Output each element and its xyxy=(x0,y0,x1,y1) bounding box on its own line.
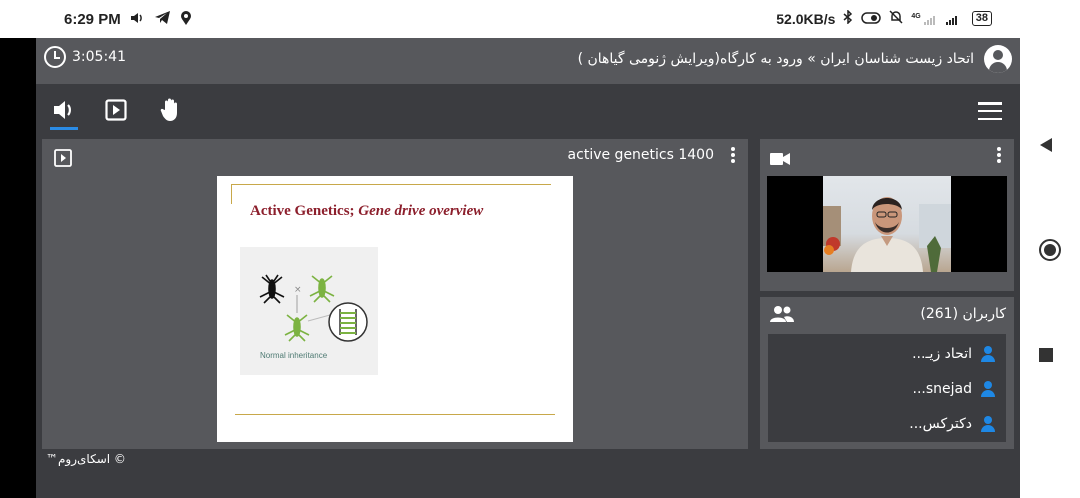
inheritance-figure: × Normal inheritance xyxy=(240,247,378,375)
dot xyxy=(997,159,1001,163)
room-title: اتحاد زیست شناسان ایران » ورود به کارگاه… xyxy=(577,51,974,67)
signal-icon: 4G xyxy=(911,13,963,25)
green-mosquito-icon xyxy=(309,275,335,303)
users-title: کاربران (261) xyxy=(920,306,1006,322)
mosquito-diagram: × xyxy=(259,274,368,342)
speaker-figure xyxy=(823,197,951,272)
menu-line xyxy=(978,117,1002,120)
slide-heading-regular: Active Genetics; xyxy=(250,203,359,219)
person-icon xyxy=(980,416,996,432)
bluetooth-icon xyxy=(843,9,853,27)
green-mosquito-icon xyxy=(284,314,310,342)
menu-line xyxy=(978,102,1002,105)
network-speed: 52.0KB/s xyxy=(776,10,836,27)
status-time: 6:29 PM xyxy=(64,11,121,28)
play-box-icon xyxy=(54,149,72,171)
presentation-more-button[interactable] xyxy=(731,147,735,163)
cross-symbol: × xyxy=(294,285,302,295)
slide: Active Genetics; Gene drive overview × N… xyxy=(217,176,573,442)
slide-heading: Active Genetics; Gene drive overview xyxy=(250,203,483,220)
network-type: 4G xyxy=(911,12,921,20)
telegram-icon xyxy=(154,11,170,28)
navigation-bar xyxy=(1020,0,1080,498)
slide-heading-italic: Gene drive overview xyxy=(358,203,484,219)
location-icon xyxy=(180,10,192,29)
video-camera-icon xyxy=(770,151,790,170)
toolbar xyxy=(36,84,1020,138)
status-bar: 6:29 PM 52.0KB/s 4G 38 xyxy=(0,0,1020,38)
slide-bottom-rule xyxy=(235,414,555,415)
speaker-icon xyxy=(54,101,71,119)
group-icon xyxy=(770,306,794,326)
user-name: دکترکس... xyxy=(909,416,972,432)
list-item[interactable]: snejad... xyxy=(913,381,997,397)
raise-hand-button[interactable] xyxy=(156,96,186,124)
dna-circle-icon xyxy=(328,302,368,342)
copyright-footer: © اسکای‌روم™ xyxy=(46,452,126,466)
person-icon xyxy=(980,381,996,397)
users-panel: کاربران (261) اتحاد زیـ... snejad... دکت… xyxy=(760,297,1014,449)
hand-icon xyxy=(160,98,177,121)
timer-value: 3:05:41 xyxy=(72,49,126,65)
battery-icon: 38 xyxy=(971,11,992,26)
video-stream xyxy=(767,176,1007,272)
audio-button[interactable] xyxy=(50,96,80,130)
user-list: اتحاد زیـ... snejad... دکترکس... xyxy=(768,334,1006,442)
list-item[interactable]: اتحاد زیـ... xyxy=(912,346,996,362)
person-icon xyxy=(980,346,996,362)
recents-button[interactable] xyxy=(1038,344,1054,368)
video-more-button[interactable] xyxy=(997,147,1001,163)
presentation-button[interactable] xyxy=(101,96,131,124)
video-panel xyxy=(760,139,1014,291)
mute-bell-icon xyxy=(889,10,903,27)
back-button[interactable] xyxy=(1038,134,1054,158)
title-bar: 3:05:41 اتحاد زیست شناسان ایران » ورود ب… xyxy=(36,38,1020,84)
toggle-icon xyxy=(861,11,882,27)
hamburger-menu-button[interactable] xyxy=(978,102,1002,120)
user-name: اتحاد زیـ... xyxy=(912,346,972,362)
presentation-panel: active genetics 1400 Active Genetics; Ge… xyxy=(42,139,748,449)
slide-top-rule xyxy=(231,184,551,185)
speaker-video xyxy=(823,176,951,272)
dot xyxy=(997,153,1001,157)
dot xyxy=(731,147,735,151)
skyroom-app: 3:05:41 اتحاد زیست شناسان ایران » ورود ب… xyxy=(36,38,1020,498)
clock-icon xyxy=(44,46,66,68)
dot xyxy=(731,153,735,157)
user-name: snejad... xyxy=(912,381,973,397)
play-box-icon xyxy=(105,99,127,121)
black-mosquito-icon xyxy=(259,274,285,304)
dot xyxy=(731,159,735,163)
slide-left-rule xyxy=(231,184,232,204)
home-button[interactable] xyxy=(1038,238,1062,267)
figure-caption: Normal inheritance xyxy=(260,351,328,360)
session-timer: 3:05:41 xyxy=(44,46,126,68)
dot xyxy=(997,147,1001,151)
menu-line xyxy=(978,109,1002,113)
presentation-title: active genetics 1400 xyxy=(567,147,714,163)
account-icon[interactable] xyxy=(984,45,1012,73)
volume-icon xyxy=(130,11,145,28)
list-item[interactable]: دکترکس... xyxy=(909,416,996,432)
